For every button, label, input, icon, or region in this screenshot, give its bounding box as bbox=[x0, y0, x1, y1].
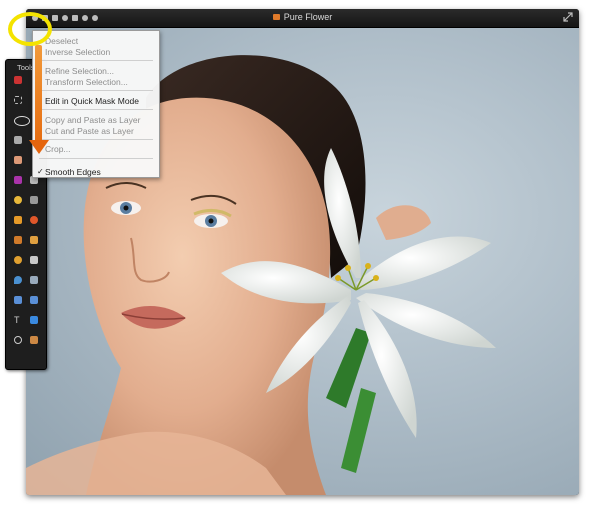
menu-separator bbox=[39, 90, 153, 91]
menu-item-cut-paste-layer[interactable]: Cut and Paste as Layer bbox=[45, 126, 134, 136]
menu-separator bbox=[39, 158, 153, 159]
title-bar: Pure Flower bbox=[26, 9, 579, 28]
arrow-annotation bbox=[35, 45, 42, 145]
text-tool-icon[interactable]: T bbox=[14, 316, 22, 325]
move-tool-icon[interactable] bbox=[14, 76, 22, 84]
stamp-tool-icon[interactable] bbox=[14, 236, 22, 244]
sponge-tool-icon[interactable] bbox=[14, 196, 22, 204]
check-icon: ✓ bbox=[37, 167, 44, 176]
sharpen-tool-icon[interactable] bbox=[30, 276, 38, 284]
eraser-alt-tool-icon[interactable] bbox=[30, 256, 38, 264]
burn-tool-icon[interactable] bbox=[30, 216, 38, 224]
edit-menu: Deselect Inverse Selection Refine Select… bbox=[32, 30, 160, 178]
menu-item-quick-mask[interactable]: Edit in Quick Mask Mode bbox=[45, 96, 139, 106]
window-title: Pure Flower bbox=[283, 12, 333, 22]
lasso-tool-icon[interactable] bbox=[14, 116, 30, 126]
pencil-tool-icon[interactable] bbox=[30, 236, 38, 244]
menu-item-transform-selection[interactable]: Transform Selection... bbox=[45, 77, 128, 87]
shape-tool-icon[interactable] bbox=[30, 316, 38, 324]
doc-icon bbox=[272, 14, 280, 20]
line-tool-icon[interactable] bbox=[14, 296, 22, 304]
red-eye-tool-icon[interactable] bbox=[14, 256, 22, 264]
drop-tool-icon[interactable] bbox=[14, 276, 22, 284]
menu-item-smooth-edges[interactable]: Smooth Edges bbox=[45, 167, 101, 177]
menu-item-deselect[interactable]: Deselect bbox=[45, 36, 78, 46]
menu-separator bbox=[39, 109, 153, 110]
gradient-tool-icon[interactable] bbox=[14, 176, 22, 184]
smudge-tool-icon[interactable] bbox=[30, 196, 38, 204]
expand-icon[interactable] bbox=[563, 12, 573, 22]
zoom-tool-icon[interactable] bbox=[14, 336, 22, 344]
menu-separator bbox=[39, 60, 153, 61]
pen-tool-icon[interactable] bbox=[30, 296, 38, 304]
brush-tool-icon[interactable] bbox=[14, 216, 22, 224]
arrow-head bbox=[29, 140, 49, 154]
menu-item-inverse-selection[interactable]: Inverse Selection bbox=[45, 47, 110, 57]
menu-item-refine-selection[interactable]: Refine Selection... bbox=[45, 66, 114, 76]
highlight-ring bbox=[8, 12, 52, 46]
menu-item-copy-paste-layer[interactable]: Copy and Paste as Layer bbox=[45, 115, 140, 125]
menu-separator bbox=[39, 139, 153, 140]
marquee-tool-icon[interactable] bbox=[14, 96, 22, 104]
window-title-wrap: Pure Flower bbox=[26, 12, 579, 22]
eyedropper-tool-icon[interactable] bbox=[30, 336, 38, 344]
eraser-tool-icon[interactable] bbox=[14, 156, 22, 164]
crop-tool-icon[interactable] bbox=[14, 136, 22, 144]
